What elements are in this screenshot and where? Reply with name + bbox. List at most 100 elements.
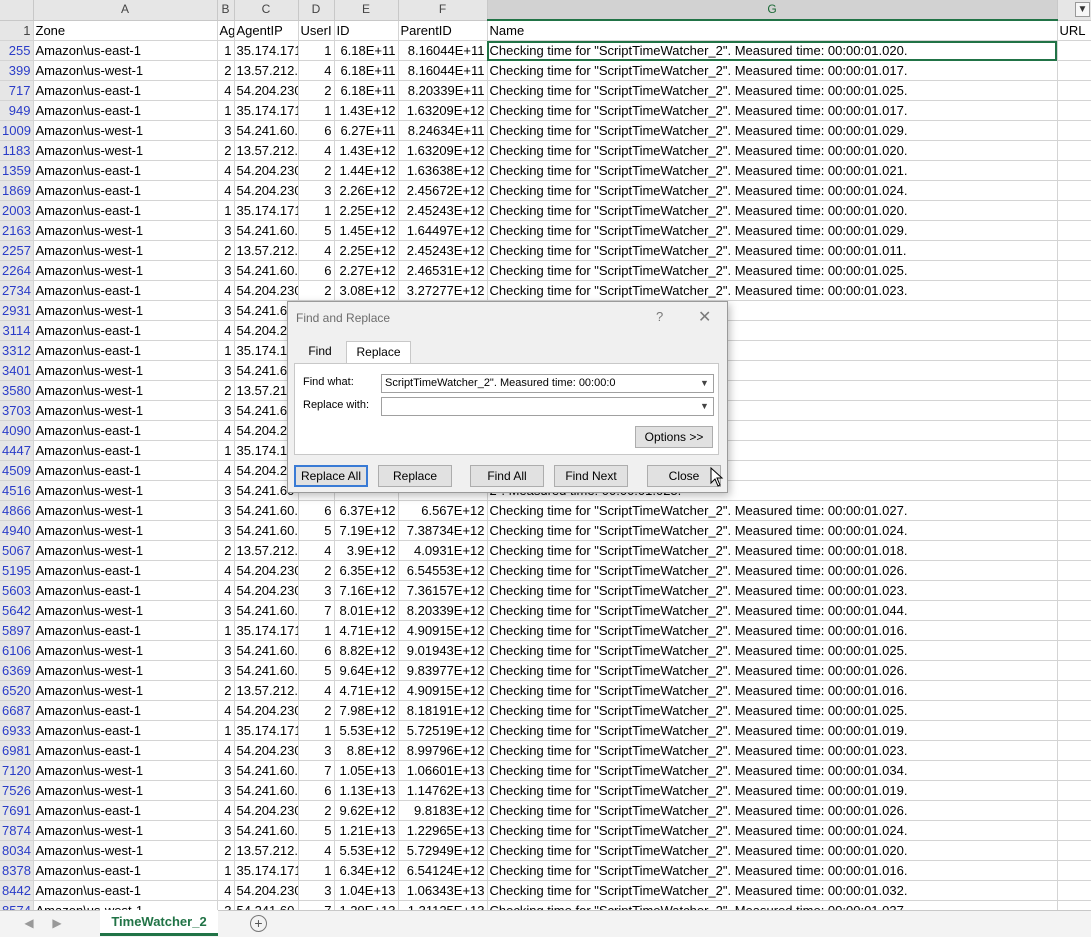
- cell-zone[interactable]: Amazon\us-east-1: [33, 180, 218, 201]
- replace-button[interactable]: Replace: [378, 465, 452, 487]
- cell-id[interactable]: 5.53E+12: [334, 720, 399, 741]
- cell-parent[interactable]: 8.18191E+12: [398, 700, 488, 721]
- cell-user[interactable]: 5: [298, 520, 335, 541]
- cell-user[interactable]: 5: [298, 220, 335, 241]
- select-all-corner[interactable]: [0, 0, 34, 21]
- cell-zone[interactable]: Amazon\us-west-1: [33, 760, 218, 781]
- column-header-d[interactable]: D: [298, 0, 335, 21]
- cell-name[interactable]: Checking time for "ScriptTimeWatcher_2".…: [487, 840, 1058, 861]
- cell-parent[interactable]: 1.63209E+12: [398, 100, 488, 121]
- row-header[interactable]: 3703: [0, 400, 34, 421]
- cell-id[interactable]: 2.25E+12: [334, 200, 399, 221]
- cell-url[interactable]: [1057, 800, 1091, 821]
- cell-zone[interactable]: Amazon\us-west-1: [33, 520, 218, 541]
- cell-ag[interactable]: 3: [217, 220, 235, 241]
- cell-url[interactable]: [1057, 780, 1091, 801]
- cell-ag[interactable]: 3: [217, 480, 235, 501]
- cell-url[interactable]: [1057, 160, 1091, 181]
- column-header-e[interactable]: E: [334, 0, 399, 21]
- row-header[interactable]: 8378: [0, 860, 34, 881]
- cell-id[interactable]: 9.62E+12: [334, 800, 399, 821]
- cell-url[interactable]: [1057, 640, 1091, 661]
- cell-id[interactable]: 6.18E+11: [334, 60, 399, 81]
- cell-url[interactable]: [1057, 760, 1091, 781]
- cell-ag[interactable]: 1: [217, 620, 235, 641]
- cell-user[interactable]: 2: [298, 80, 335, 101]
- cell-ip[interactable]: 54.204.230: [234, 740, 299, 761]
- cell-url[interactable]: [1057, 60, 1091, 81]
- cell-parent[interactable]: 2.45243E+12: [398, 200, 488, 221]
- cell-parent[interactable]: 9.83977E+12: [398, 660, 488, 681]
- cell-parent[interactable]: 5.72519E+12: [398, 720, 488, 741]
- cell-parent[interactable]: 1.63209E+12: [398, 140, 488, 161]
- cell-user[interactable]: 4: [298, 540, 335, 561]
- cell-zone[interactable]: Amazon\us-west-1: [33, 380, 218, 401]
- cell-ip[interactable]: 54.241.60.: [234, 780, 299, 801]
- find-next-button[interactable]: Find Next: [554, 465, 628, 487]
- row-header[interactable]: 7120: [0, 760, 34, 781]
- cell-zone[interactable]: Amazon\us-west-1: [33, 60, 218, 81]
- cell-url[interactable]: [1057, 140, 1091, 161]
- cell-id[interactable]: 2.27E+12: [334, 260, 399, 281]
- cell-ag[interactable]: 4: [217, 180, 235, 201]
- cell-parent[interactable]: 8.16044E+11: [398, 60, 488, 81]
- cell-user[interactable]: 3: [298, 880, 335, 901]
- header-cell[interactable]: ID: [334, 20, 399, 41]
- prev-sheet-icon[interactable]: ◀: [22, 916, 36, 930]
- cell-name[interactable]: Checking time for "ScriptTimeWatcher_2".…: [487, 40, 1058, 61]
- cell-ag[interactable]: 2: [217, 840, 235, 861]
- cell-url[interactable]: [1057, 100, 1091, 121]
- cell-ip[interactable]: 13.57.212.: [234, 140, 299, 161]
- cell-ag[interactable]: 2: [217, 60, 235, 81]
- cell-ag[interactable]: 3: [217, 260, 235, 281]
- cell-parent[interactable]: 1.14762E+13: [398, 780, 488, 801]
- row-header[interactable]: 4447: [0, 440, 34, 461]
- cell-user[interactable]: 6: [298, 260, 335, 281]
- cell-parent[interactable]: 1.31125E+13: [398, 900, 488, 910]
- cell-id[interactable]: 7.19E+12: [334, 520, 399, 541]
- cell-ag[interactable]: 3: [217, 640, 235, 661]
- cell-parent[interactable]: 2.45243E+12: [398, 240, 488, 261]
- cell-id[interactable]: 1.43E+12: [334, 140, 399, 161]
- cell-zone[interactable]: Amazon\us-east-1: [33, 160, 218, 181]
- cell-ip[interactable]: 54.241.60.: [234, 760, 299, 781]
- cell-id[interactable]: 3.08E+12: [334, 280, 399, 301]
- cell-zone[interactable]: Amazon\us-east-1: [33, 460, 218, 481]
- cell-name[interactable]: Checking time for "ScriptTimeWatcher_2".…: [487, 220, 1058, 241]
- cell-zone[interactable]: Amazon\us-west-1: [33, 680, 218, 701]
- column-header-c[interactable]: C: [234, 0, 299, 21]
- header-cell[interactable]: Zone: [33, 20, 218, 41]
- cell-name[interactable]: Checking time for "ScriptTimeWatcher_2".…: [487, 540, 1058, 561]
- cell-id[interactable]: 3.9E+12: [334, 540, 399, 561]
- cell-ag[interactable]: 3: [217, 660, 235, 681]
- cell-name[interactable]: Checking time for "ScriptTimeWatcher_2".…: [487, 240, 1058, 261]
- cell-user[interactable]: 1: [298, 100, 335, 121]
- cell-id[interactable]: 8.82E+12: [334, 640, 399, 661]
- cell-ag[interactable]: 4: [217, 280, 235, 301]
- cell-user[interactable]: 4: [298, 840, 335, 861]
- cell-url[interactable]: [1057, 120, 1091, 141]
- cell-name[interactable]: Checking time for "ScriptTimeWatcher_2".…: [487, 560, 1058, 581]
- cell-parent[interactable]: 7.38734E+12: [398, 520, 488, 541]
- cell-ag[interactable]: 4: [217, 700, 235, 721]
- cell-url[interactable]: [1057, 440, 1091, 461]
- cell-ip[interactable]: 54.204.230: [234, 700, 299, 721]
- cell-ip[interactable]: 35.174.171: [234, 40, 299, 61]
- cell-url[interactable]: [1057, 740, 1091, 761]
- cell-ip[interactable]: 35.174.171: [234, 100, 299, 121]
- row-header[interactable]: 1869: [0, 180, 34, 201]
- cell-zone[interactable]: Amazon\us-west-1: [33, 220, 218, 241]
- cell-ag[interactable]: 4: [217, 880, 235, 901]
- cell-zone[interactable]: Amazon\us-west-1: [33, 140, 218, 161]
- cell-user[interactable]: 1: [298, 620, 335, 641]
- find-all-button[interactable]: Find All: [470, 465, 544, 487]
- cell-id[interactable]: 8.8E+12: [334, 740, 399, 761]
- row-header[interactable]: 4866: [0, 500, 34, 521]
- cell-id[interactable]: 4.71E+12: [334, 680, 399, 701]
- cell-user[interactable]: 4: [298, 60, 335, 81]
- row-header[interactable]: 2003: [0, 200, 34, 221]
- row-header[interactable]: 1009: [0, 120, 34, 141]
- cell-ag[interactable]: 3: [217, 300, 235, 321]
- cell-url[interactable]: [1057, 180, 1091, 201]
- cell-url[interactable]: [1057, 200, 1091, 221]
